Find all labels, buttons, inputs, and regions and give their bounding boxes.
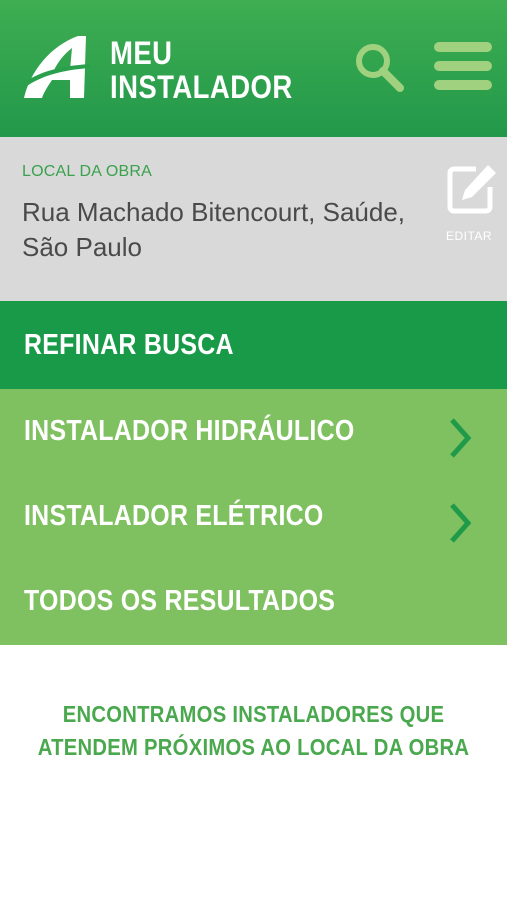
brand-line-2: INSTALADOR [110, 69, 293, 105]
option-electrical-installer[interactable]: INSTALADOR ELÉTRICO [0, 474, 507, 559]
edit-label: EDITAR [445, 229, 493, 243]
location-section: LOCAL DA OBRA Rua Machado Bitencourt, Sa… [0, 137, 507, 301]
option-all-results[interactable]: TODOS OS RESULTADOS [0, 559, 507, 644]
results-message-line-1: ENCONTRAMOS INSTALADORES QUE [62, 701, 445, 727]
hamburger-menu-icon[interactable] [430, 38, 496, 94]
stylized-a-logo-icon [22, 36, 90, 98]
edit-icon [447, 165, 496, 214]
option-label: INSTALADOR HIDRÁULICO [24, 415, 355, 447]
results-message: ENCONTRAMOS INSTALADORES QUE ATENDEM PRÓ… [0, 698, 507, 764]
edit-location-button[interactable]: EDITAR [436, 163, 502, 253]
location-label: LOCAL DA OBRA [22, 163, 153, 180]
option-label: INSTALADOR ELÉTRICO [24, 500, 324, 532]
results-message-line-2: ATENDEM PRÓXIMOS AO LOCAL DA OBRA [37, 734, 470, 760]
chevron-right-icon [450, 418, 472, 458]
app-header: MEU INSTALADOR [0, 0, 507, 137]
chevron-right-icon [450, 503, 472, 543]
filter-options: INSTALADOR HIDRÁULICO INSTALADOR ELÉTRIC… [0, 389, 507, 645]
option-label: TODOS OS RESULTADOS [24, 585, 336, 617]
refine-search-bar[interactable]: REFINAR BUSCA [0, 301, 507, 389]
search-icon[interactable] [350, 38, 406, 94]
brand-line-1: MEU [110, 35, 173, 71]
brand-name: MEU INSTALADOR [110, 36, 293, 104]
location-address: Rua Machado Bitencourt, Saúde, São Paulo [22, 197, 406, 262]
refine-search-label: REFINAR BUSCA [24, 329, 234, 361]
option-hydraulic-installer[interactable]: INSTALADOR HIDRÁULICO [0, 389, 507, 474]
